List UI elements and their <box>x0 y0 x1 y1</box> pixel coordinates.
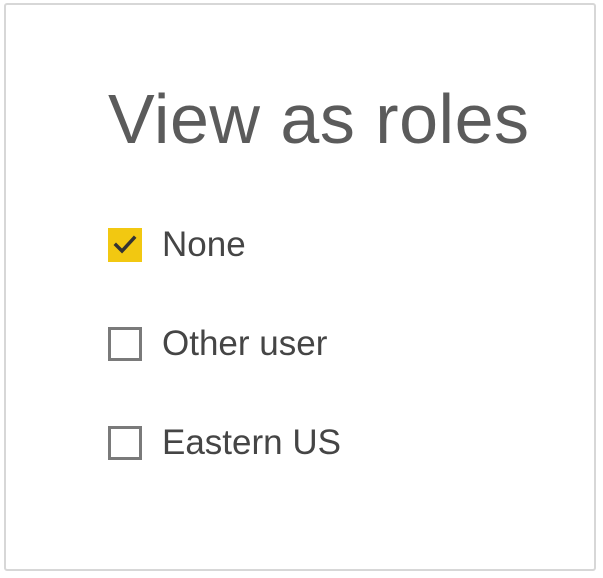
role-checkbox-other-user[interactable] <box>108 327 142 361</box>
role-label-other-user: Other user <box>162 324 328 363</box>
role-option-other-user[interactable]: Other user <box>108 324 327 364</box>
role-option-eastern-us[interactable]: Eastern US <box>108 423 341 463</box>
panel-title: View as roles <box>108 80 530 158</box>
role-option-none[interactable]: None <box>108 225 246 265</box>
role-checkbox-eastern-us[interactable] <box>108 426 142 460</box>
check-icon <box>113 235 137 254</box>
role-checkbox-none[interactable] <box>108 228 142 262</box>
role-label-eastern-us: Eastern US <box>162 423 341 462</box>
view-as-roles-panel: View as roles None Other user Eastern US <box>4 3 596 571</box>
role-label-none: None <box>162 225 246 264</box>
